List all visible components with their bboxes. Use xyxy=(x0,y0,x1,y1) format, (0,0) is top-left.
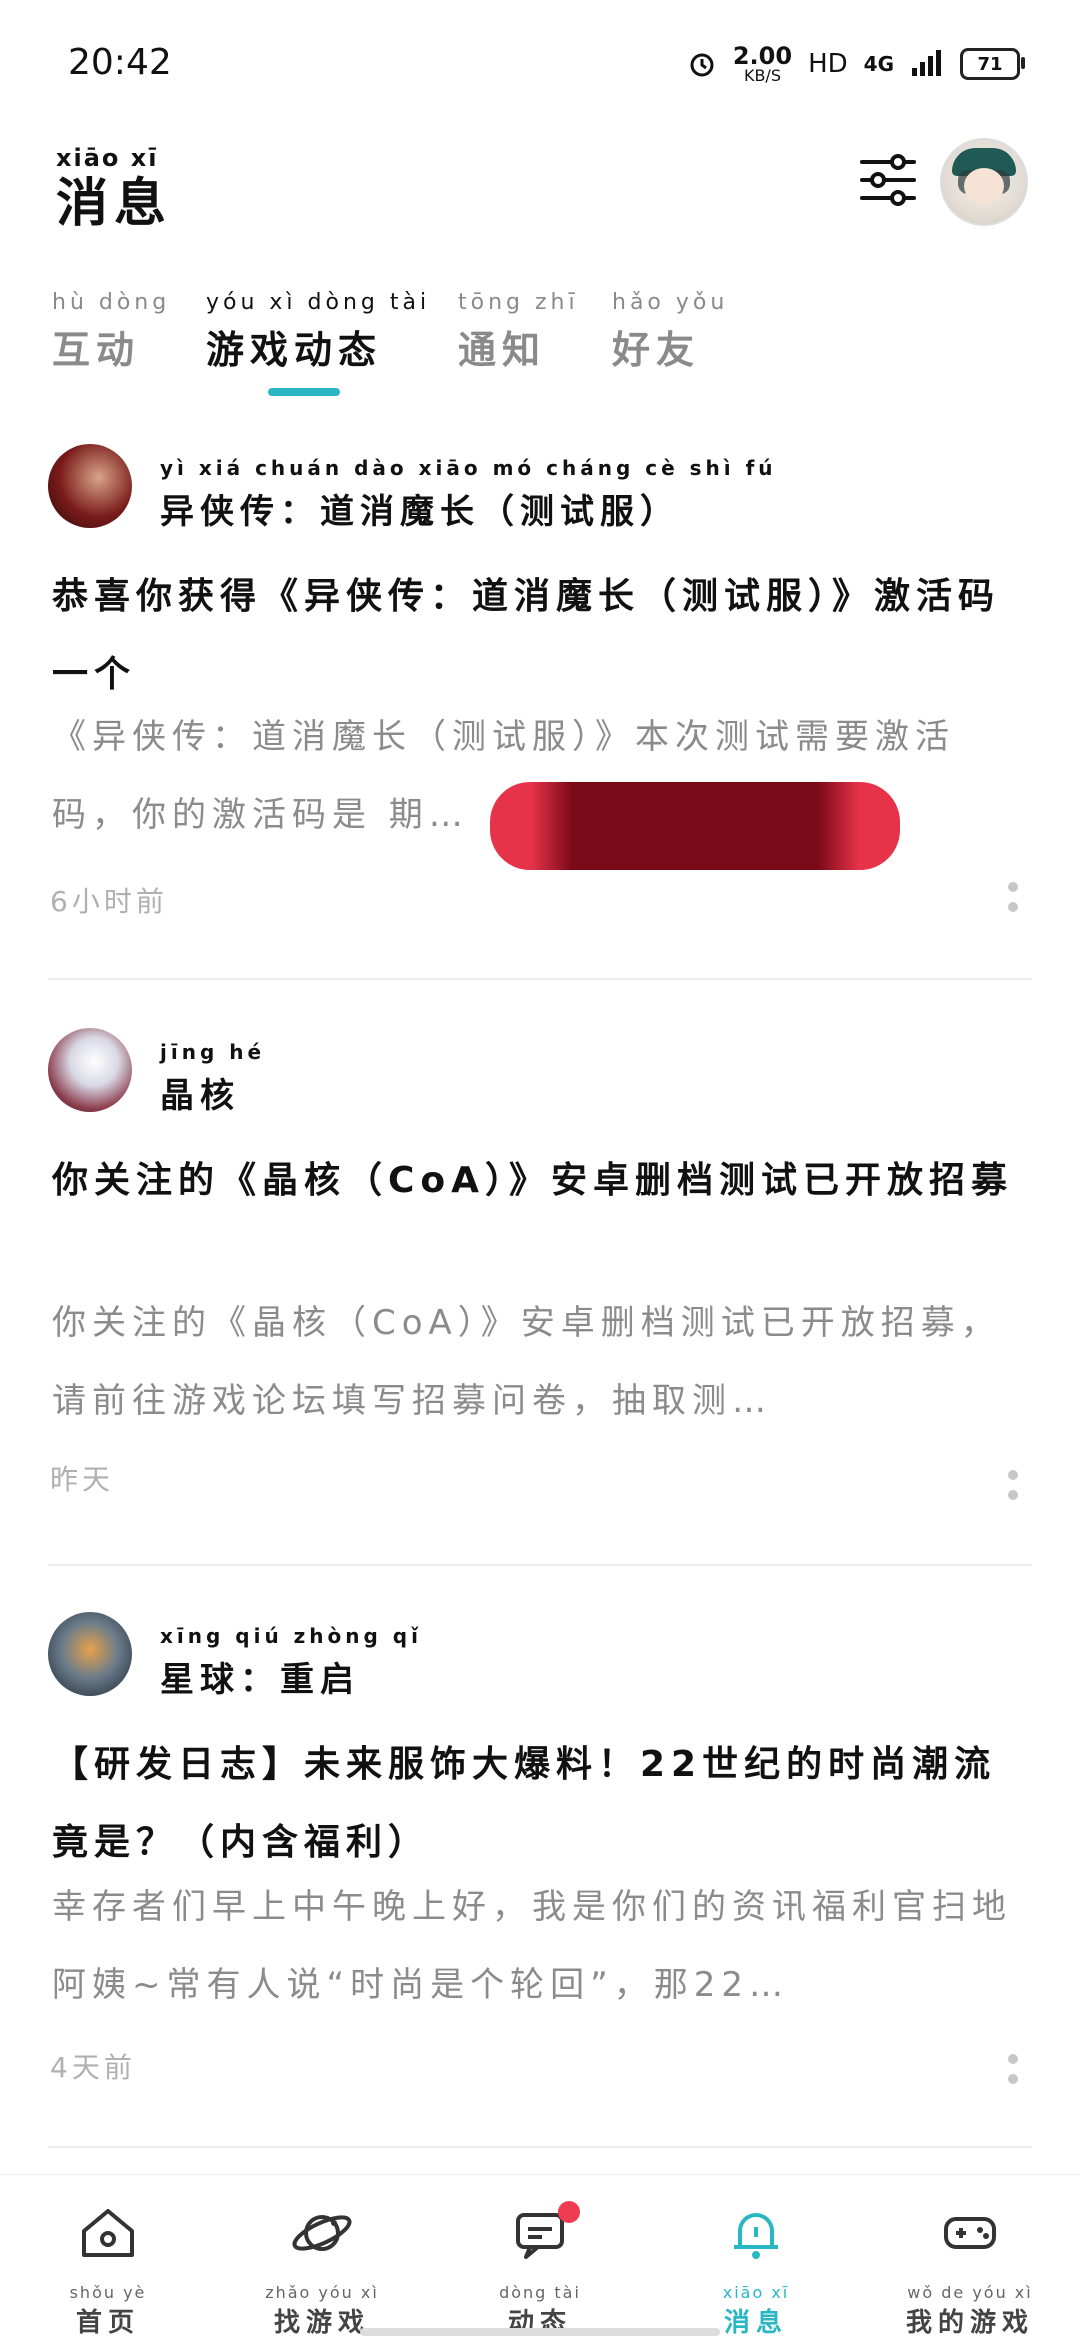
gamepad-icon xyxy=(944,2217,996,2249)
home-indicator xyxy=(360,2328,720,2336)
tab-friends[interactable]: hǎo yǒu 好友 xyxy=(612,290,728,374)
status-bar: 20:42 2.00 KB/S HD 4G 71 xyxy=(0,0,1080,120)
tab-game-updates[interactable]: yóu xì dòng tài 游戏动态 xyxy=(206,290,430,374)
game-name[interactable]: jīng hé 晶核 xyxy=(160,1040,265,1117)
message-headline: 你关注的《晶核（CoA）》安卓删档测试已开放招募 xyxy=(52,1160,1014,1201)
bell-icon xyxy=(734,2213,778,2259)
message-headline: 【研发日志】未来服饰大爆料！22世纪的时尚潮流竟是？（内含福利） xyxy=(52,1744,997,1863)
divider xyxy=(48,2146,1032,2148)
hd-indicator: HD xyxy=(808,49,848,79)
page-title: xiāo xī 消息 xyxy=(56,146,172,230)
more-options-icon[interactable] xyxy=(1008,2054,1018,2084)
feed-card[interactable]: jīng hé 晶核 你关注的《晶核（CoA）》安卓删档测试已开放招募 你关注的… xyxy=(0,1014,1080,1568)
message-summary: 幸存者们早上中午晚上好，我是你们的资讯福利官扫地阿姨~常有人说“时尚是个轮回”，… xyxy=(52,1887,1012,2005)
feed-card[interactable]: xīng qiú zhòng qǐ 星球：重启 【研发日志】未来服饰大爆料！22… xyxy=(0,1598,1080,2152)
net-speed: 2.00 KB/S xyxy=(732,42,793,85)
feed-card[interactable]: yì xiá chuán dào xiāo mó cháng cè shì fú… xyxy=(0,430,1080,984)
status-icons: 2.00 KB/S HD 4G 71 xyxy=(687,42,1025,85)
page-header: xiāo xī 消息 xyxy=(0,120,1080,260)
alarm-icon xyxy=(690,53,714,77)
status-time: 20:42 xyxy=(68,42,172,83)
signal-icon xyxy=(912,50,941,76)
sliders-icon xyxy=(860,154,916,206)
avatar-face-shape xyxy=(964,168,1004,204)
user-avatar[interactable] xyxy=(940,138,1028,226)
divider xyxy=(48,978,1032,980)
game-avatar xyxy=(48,1612,132,1696)
tab-notifications[interactable]: tōng zhī 通知 xyxy=(458,290,579,374)
message-time: 4天前 xyxy=(50,2051,136,2084)
nav-my-games[interactable]: wǒ de yóu xì 我的游戏 xyxy=(870,2201,1070,2339)
tab-interaction[interactable]: hù dòng 互动 xyxy=(52,290,170,374)
message-time: 6小时前 xyxy=(50,885,168,918)
game-avatar xyxy=(48,1028,132,1112)
message-time: 昨天 xyxy=(50,1463,115,1496)
tab-bar: hù dòng 互动 yóu xì dòng tài 游戏动态 tōng zhī… xyxy=(52,290,1032,400)
more-options-icon[interactable] xyxy=(1008,1470,1018,1500)
message-feed: yì xiá chuán dào xiāo mó cháng cè shì fú… xyxy=(0,430,1080,2148)
message-headline: 恭喜你获得《异侠传：道消魔长（测试服）》激活码一个 xyxy=(52,576,1001,695)
game-avatar xyxy=(48,444,132,528)
home-icon xyxy=(82,2209,134,2257)
redaction-mark xyxy=(490,782,900,870)
network-type: 4G xyxy=(863,52,894,76)
game-name[interactable]: yì xiá chuán dào xiāo mó cháng cè shì fú… xyxy=(160,456,777,533)
filter-button[interactable] xyxy=(856,148,920,212)
notification-badge xyxy=(558,2201,580,2223)
bottom-navigation: shǒu yè 首页 zhǎo yóu xì 找游戏 dòng tài 动态 x… xyxy=(0,2174,1080,2341)
page-title-text: 消息 xyxy=(56,174,173,234)
message-summary: 你关注的《晶核（CoA）》安卓删档测试已开放招募，请前往游戏论坛填写招募问卷，抽… xyxy=(52,1303,1001,1421)
nav-messages[interactable]: xiāo xī 消息 xyxy=(656,2201,856,2339)
planet-icon xyxy=(292,2215,352,2251)
page-title-pinyin: xiāo xī xyxy=(56,144,159,172)
nav-find-games[interactable]: zhǎo yóu xì 找游戏 xyxy=(222,2201,422,2339)
battery-indicator: 71 xyxy=(960,48,1025,80)
nav-feed[interactable]: dòng tài 动态 xyxy=(440,2201,640,2339)
divider xyxy=(48,1564,1032,1566)
game-name[interactable]: xīng qiú zhòng qǐ 星球：重启 xyxy=(160,1624,422,1701)
active-tab-indicator xyxy=(268,388,340,396)
more-options-icon[interactable] xyxy=(1008,882,1018,912)
nav-home[interactable]: shǒu yè 首页 xyxy=(8,2201,208,2339)
